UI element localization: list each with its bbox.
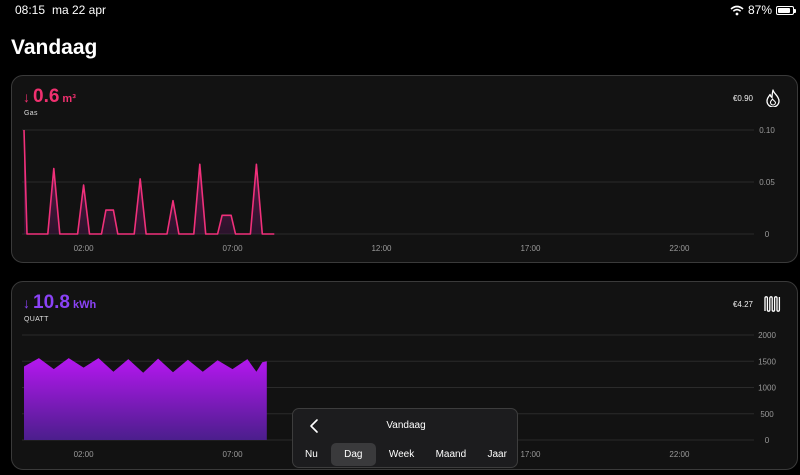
status-indicators: 87% [730,3,796,17]
gas-chart[interactable]: 0.10 0.05 0 02:00 07:00 12:00 17:00 22:00 [12,76,799,264]
period-option-jaar[interactable]: Jaar [480,443,515,466]
period-option-maand[interactable]: Maand [428,443,475,466]
series-area [24,358,267,440]
x-tick-label: 22:00 [669,450,690,459]
status-bar: 08:15 ma 22 apr 87% [0,0,800,20]
battery-percent: 87% [747,3,772,17]
x-tick-label: 02:00 [74,450,95,459]
y-tick-label: 0 [765,230,770,239]
x-tick-label: 22:00 [669,244,690,253]
battery-fill [778,7,790,13]
y-tick-label: 1500 [758,357,776,366]
x-tick-label: 07:00 [223,450,244,459]
period-option-dag[interactable]: Dag [331,442,376,466]
y-tick-label: 2000 [758,331,776,340]
period-segmented-control: Nu Dag Week Maand Jaar [297,442,515,466]
y-tick-label: 0.05 [759,178,775,187]
y-tick-label: 0 [765,436,770,445]
y-tick-label: 0.10 [759,126,775,135]
x-tick-label: 17:00 [520,450,541,459]
picker-title: Vandaag [386,420,426,431]
status-date: ma 22 apr [52,3,107,17]
x-tick-label: 17:00 [520,244,541,253]
period-option-nu[interactable]: Nu [297,443,326,466]
period-picker: Vandaag Nu Dag Week Maand Jaar [292,408,518,468]
y-tick-label: 1000 [758,384,776,393]
period-option-week[interactable]: Week [381,443,422,466]
gas-card[interactable]: ↓ 0.6 m³ Gas €0.90 0.10 0.05 0 02:00 07:00 12… [11,75,798,263]
y-tick-label: 500 [760,410,774,419]
status-time: 08:15 [15,3,46,17]
page-title: Vandaag [11,36,98,59]
battery-icon [776,5,796,15]
x-tick-label: 07:00 [223,244,244,253]
wifi-icon [730,5,744,15]
x-tick-label: 12:00 [371,244,392,253]
x-tick-label: 02:00 [74,244,95,253]
